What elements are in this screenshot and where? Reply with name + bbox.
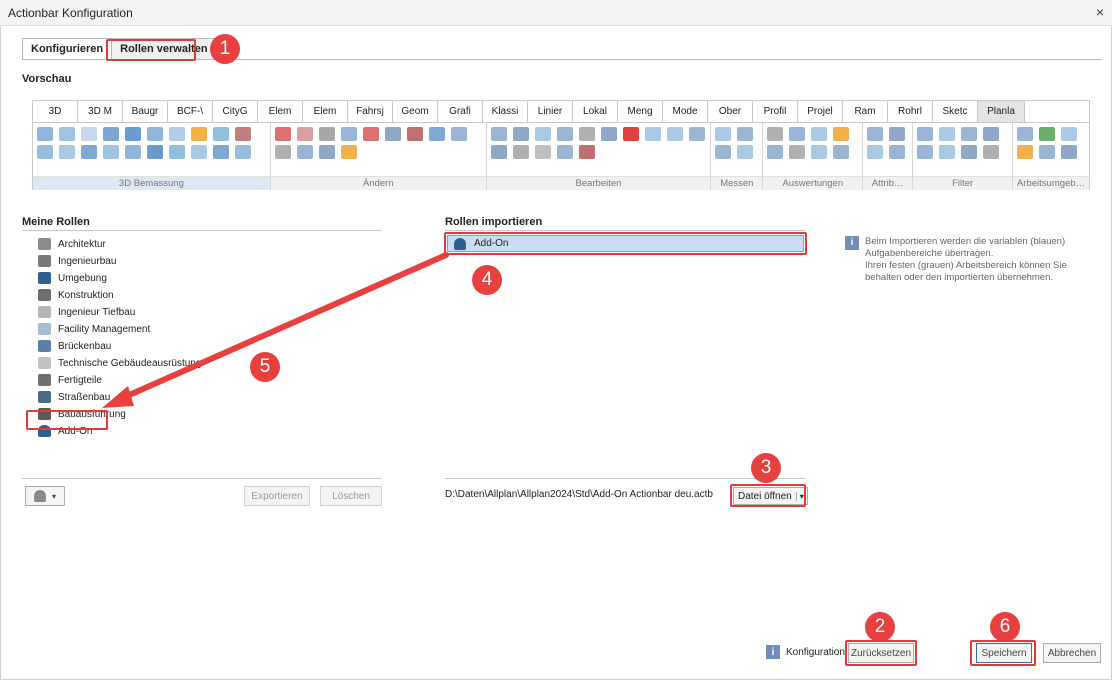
drag-arrow: [102, 252, 449, 408]
highlight-reset: [845, 640, 917, 666]
cancel-button[interactable]: Abbrechen: [1043, 643, 1101, 663]
configuration-info: i Konfiguration: [766, 645, 845, 659]
highlight-save: [970, 640, 1036, 666]
info-icon: i: [766, 645, 780, 659]
